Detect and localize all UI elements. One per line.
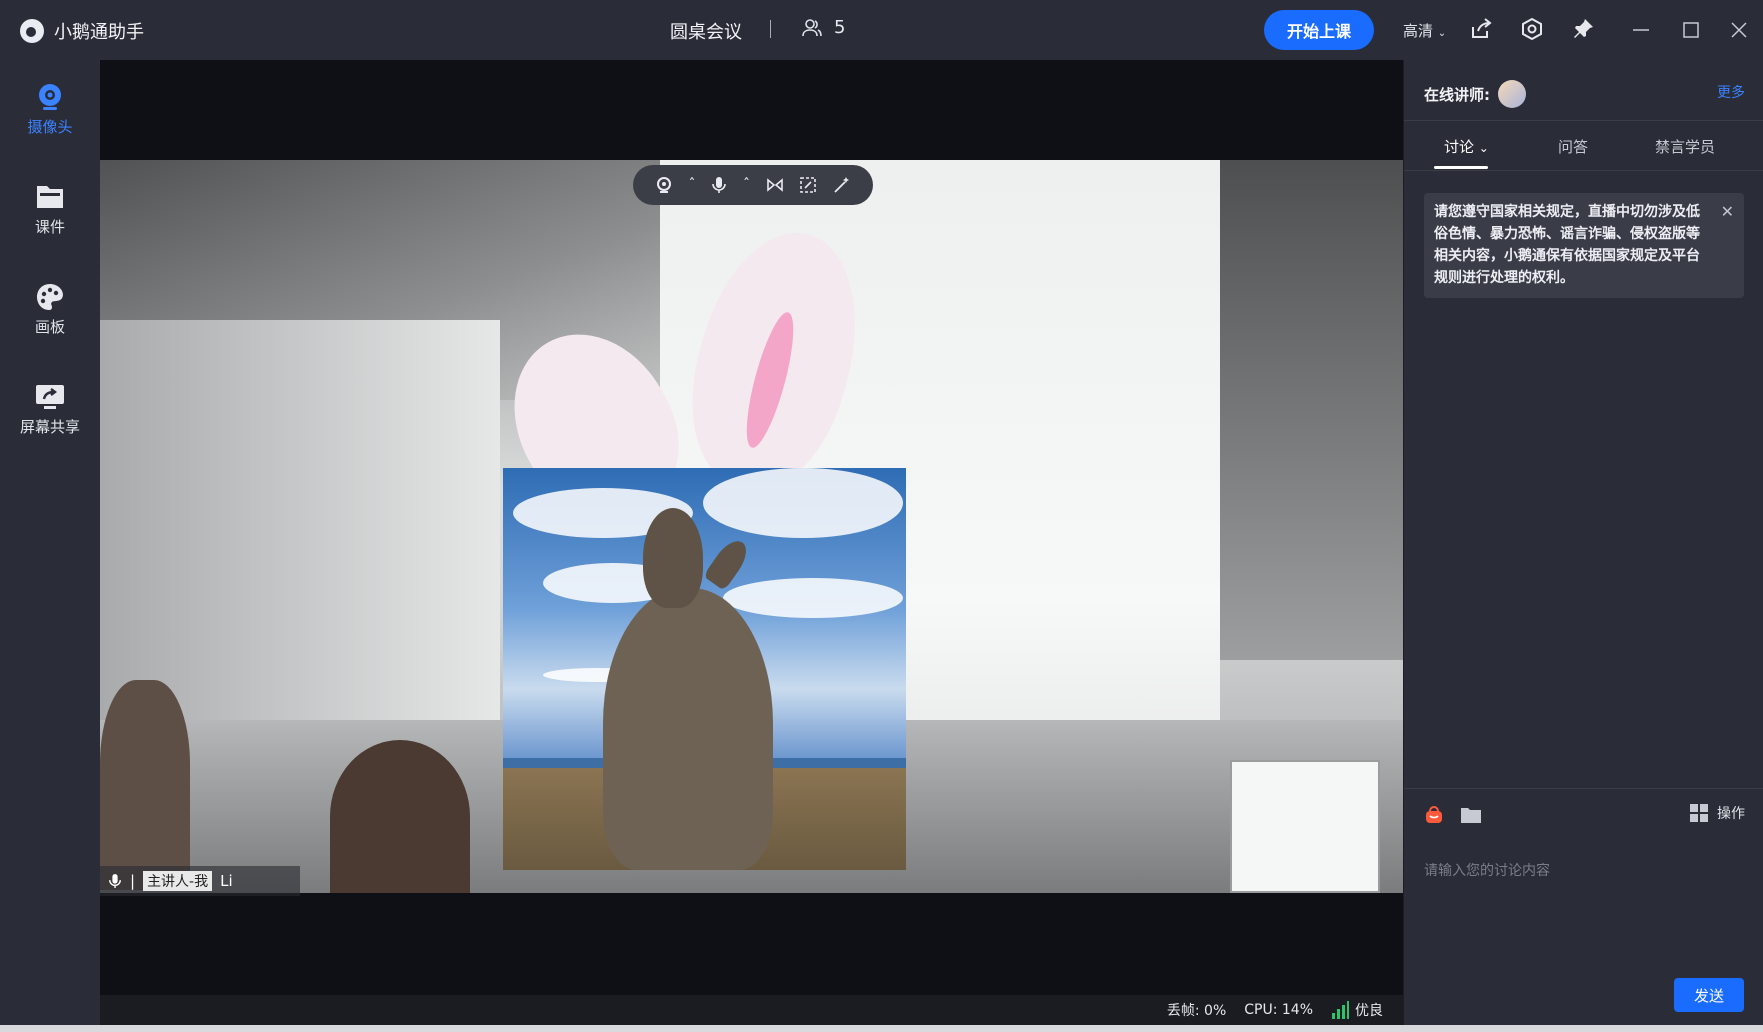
crop-icon[interactable] bbox=[799, 176, 817, 194]
microphone-icon bbox=[109, 874, 121, 888]
quality-select[interactable]: 高清 ⌄ bbox=[1403, 20, 1446, 41]
sidebar-item-label: 课件 bbox=[34, 218, 65, 236]
settings-icon[interactable] bbox=[1519, 16, 1545, 42]
chevron-down-icon: ⌄ bbox=[1437, 28, 1447, 39]
discussion-panel: 在线讲师: 更多 讨论 ⌄ 问答 禁言学员 请您遵守国家相关规定，直播中切勿涉及… bbox=[1403, 60, 1763, 1025]
logo-icon bbox=[20, 19, 44, 43]
app-name: 小鹅通助手 bbox=[54, 22, 144, 43]
folder-icon[interactable] bbox=[1460, 805, 1482, 829]
maximize-icon[interactable] bbox=[1679, 18, 1703, 42]
sidebar-item-label: 画板 bbox=[34, 318, 65, 336]
mirror-icon[interactable] bbox=[766, 176, 784, 194]
notice-text: 请您遵守国家相关规定，直播中切勿涉及低俗色情、暴力恐怖、谣言诈骗、侵权盗版等相关… bbox=[1434, 204, 1700, 286]
screen-share-icon bbox=[36, 385, 64, 409]
audience-person bbox=[330, 740, 470, 893]
speaker-label: | 主讲人-我 Li bbox=[100, 866, 300, 896]
operation-button[interactable]: 操作 bbox=[1689, 803, 1745, 823]
sidebar-item-courseware[interactable]: 课件 bbox=[0, 182, 100, 237]
camera-toolbar: ˆ ˆ bbox=[633, 165, 873, 205]
divider bbox=[770, 20, 771, 38]
pin-icon[interactable] bbox=[1570, 16, 1596, 42]
app-logo: 小鹅通助手 bbox=[20, 18, 144, 44]
kangaroo bbox=[603, 588, 773, 870]
share-out-icon[interactable] bbox=[1468, 16, 1494, 42]
sidebar-item-screen-share[interactable]: 屏幕共享 bbox=[0, 382, 100, 437]
discussion-input[interactable]: 请输入您的讨论内容 bbox=[1424, 860, 1550, 880]
chevron-down-icon: ⌄ bbox=[1478, 141, 1489, 155]
avatar[interactable] bbox=[1498, 80, 1526, 108]
audience-person bbox=[100, 680, 190, 890]
speaker-role-tag: 主讲人-我 bbox=[143, 871, 213, 891]
taskbar-strip bbox=[0, 1025, 1763, 1032]
camera-toggle-icon[interactable] bbox=[655, 176, 673, 194]
camera-icon bbox=[39, 84, 61, 110]
microphone-icon[interactable] bbox=[711, 176, 727, 194]
send-button[interactable]: 发送 bbox=[1674, 978, 1744, 1012]
monitor bbox=[1230, 760, 1380, 893]
people-icon bbox=[802, 18, 822, 36]
grid-icon bbox=[1690, 804, 1708, 822]
more-link[interactable]: 更多 bbox=[1717, 82, 1745, 102]
rules-notice: 请您遵守国家相关规定，直播中切勿涉及低俗色情、暴力恐怖、谣言诈骗、侵权盗版等相关… bbox=[1424, 193, 1744, 298]
dropped-frames-value: 0% bbox=[1204, 1003, 1227, 1019]
sidebar-item-label: 屏幕共享 bbox=[19, 418, 80, 436]
palette-icon bbox=[37, 284, 63, 310]
chevron-up-icon[interactable]: ˆ bbox=[689, 177, 696, 193]
chevron-up-icon[interactable]: ˆ bbox=[743, 177, 750, 193]
close-icon[interactable]: ✕ bbox=[1721, 201, 1734, 223]
participant-count: 5 bbox=[834, 17, 846, 38]
gift-icon[interactable] bbox=[1424, 805, 1444, 829]
folder-icon bbox=[37, 186, 63, 208]
sidebar-item-whiteboard[interactable]: 画板 bbox=[0, 282, 100, 337]
sidebar-item-camera[interactable]: 摄像头 bbox=[0, 82, 100, 137]
online-teacher: 在线讲师: bbox=[1424, 80, 1526, 108]
minimize-icon[interactable] bbox=[1629, 18, 1653, 42]
tab-muted-students[interactable]: 禁言学员 bbox=[1655, 136, 1715, 157]
dropped-frames: 丢帧: 0% bbox=[1166, 1003, 1227, 1019]
tab-qa[interactable]: 问答 bbox=[1558, 136, 1588, 157]
panel-tabs: 讨论 ⌄ 问答 禁言学员 bbox=[1404, 136, 1763, 170]
speaker-name: Li bbox=[220, 872, 233, 890]
close-icon[interactable] bbox=[1727, 18, 1751, 42]
title-bar: 小鹅通助手 圆桌会议 5 开始上课 高清 ⌄ bbox=[0, 0, 1763, 60]
tab-indicator bbox=[1434, 166, 1488, 169]
quality-label: 高清 bbox=[1403, 22, 1434, 40]
meeting-title: 圆桌会议 bbox=[670, 22, 742, 43]
tab-discussion[interactable]: 讨论 ⌄ bbox=[1444, 136, 1489, 157]
start-class-button[interactable]: 开始上课 bbox=[1264, 10, 1374, 50]
participant-counter[interactable]: 5 bbox=[802, 17, 845, 38]
left-sidebar: 摄像头 课件 画板 屏幕共享 bbox=[0, 60, 100, 1032]
network-status: 优良 bbox=[1331, 1000, 1383, 1020]
beauty-icon[interactable] bbox=[833, 176, 851, 194]
sidebar-item-label: 摄像头 bbox=[27, 118, 73, 136]
cpu-usage: CPU: 14% bbox=[1244, 1002, 1313, 1018]
signal-icon bbox=[1332, 1001, 1349, 1019]
kangaroo-image bbox=[503, 468, 906, 870]
status-bar: 丢帧: 0% CPU: 14% 优良 bbox=[100, 995, 1403, 1025]
